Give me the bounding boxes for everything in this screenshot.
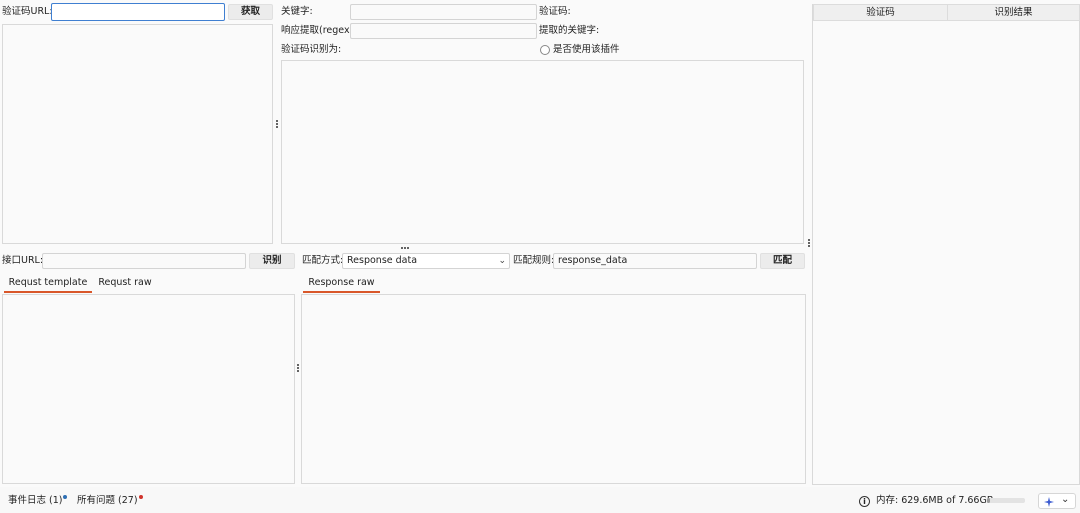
sparkle-icon [1044,497,1054,507]
results-table [812,4,1080,485]
event-log-link[interactable]: 事件日志 (1) [8,494,68,508]
extracted-keyword-label: 提取的关键字: [539,25,600,36]
column-header-captcha[interactable]: 验证码 [813,4,948,21]
request-editor-panel[interactable] [2,294,295,484]
keyword-input[interactable] [350,4,537,20]
tab-request-template[interactable]: Requst template [4,275,92,293]
column-header-result[interactable]: 识别结果 [947,4,1080,21]
memory-bar [987,498,1025,503]
response-raw-panel[interactable] [301,294,806,484]
use-plugin-label: 是否使用该插件 [553,44,620,55]
tab-request-raw[interactable]: Requst raw [94,275,156,293]
issues-label: 所有问题 (27) [77,495,138,506]
event-log-badge [63,495,68,499]
issues-badge [138,495,143,499]
match-button[interactable]: 匹配 [760,253,805,269]
identify-button[interactable]: 识别 [249,253,295,269]
memory-bar-fill [987,498,991,503]
splitter-handle-horizontal[interactable] [401,247,409,249]
tab-response-raw[interactable]: Response raw [303,275,380,293]
chevron-down-icon: ⌄ [498,256,506,266]
response-preview-panel [281,60,804,244]
captcha-label: 验证码: [539,6,571,17]
fetch-button[interactable]: 获取 [228,4,273,20]
memory-label: 内存: 629.6MB of 7.66GB [876,495,994,506]
ai-assist-button[interactable]: ⌄ [1038,493,1076,509]
keyword-label: 关键字: [281,6,313,17]
captcha-image-panel [2,24,273,244]
captcha-url-label: 验证码URL: [2,6,53,17]
splitter-handle-bottom[interactable] [297,364,299,373]
match-mode-value: Response data [347,255,418,266]
regex-input[interactable] [350,23,537,39]
match-rule-input[interactable]: response_data [553,253,757,269]
captcha-url-input[interactable] [51,3,225,21]
match-rule-label: 匹配规则: [513,255,555,266]
use-plugin-radio[interactable] [540,45,550,55]
splitter-handle-top-right[interactable] [808,239,810,248]
api-url-input[interactable] [42,253,246,269]
info-icon[interactable]: i [859,496,870,507]
issues-link[interactable]: 所有问题 (27) [77,494,143,508]
chevron-down-icon: ⌄ [1061,494,1070,505]
match-mode-label: 匹配方式: [302,255,344,266]
event-log-label: 事件日志 (1) [8,495,63,506]
regex-label: 响应提取(regex): [281,25,357,36]
splitter-handle-top-left[interactable] [276,120,278,129]
api-url-label: 接口URL: [2,255,44,266]
recognized-as-label: 验证码识别为: [281,44,342,55]
match-mode-select[interactable]: Response data ⌄ [342,253,510,269]
